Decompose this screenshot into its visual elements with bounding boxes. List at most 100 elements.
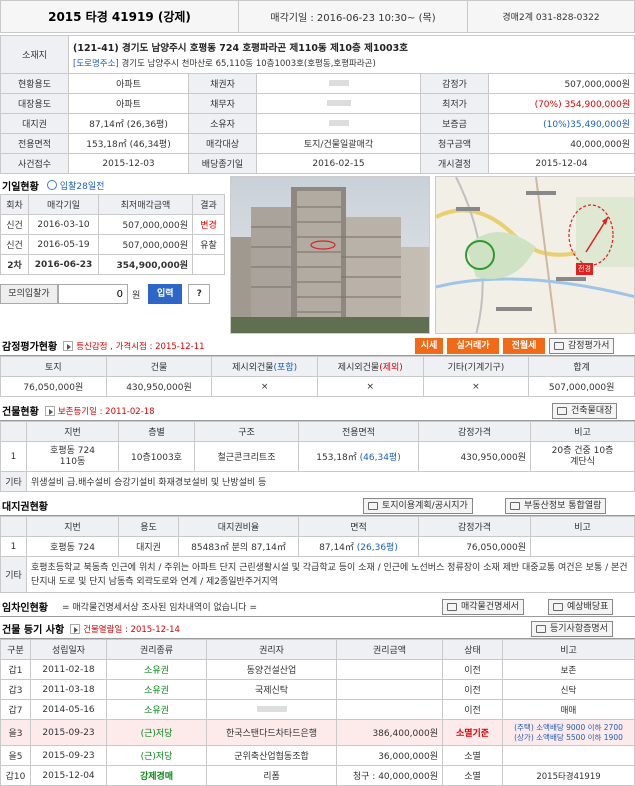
info-label: 사건접수 [0,153,69,174]
help-button[interactable]: ? [188,284,211,304]
reg-date: 2015-09-23 [30,719,107,746]
col-header: 권리금액 [336,639,443,660]
minimum-price: (70%) 354,900,000원 [488,93,635,114]
creditor-value [256,73,421,94]
min-price: 507,000,000원 [98,214,193,235]
address: (121-41) 경기도 남양주시 호평동 724 호평파라곤 제110동 제1… [73,43,408,54]
mock-bid-input[interactable] [58,284,128,304]
bid-input-button[interactable]: 입력 [148,284,183,304]
deposit-value: (10%)35,490,000원 [488,113,635,134]
arrow-icon [63,340,74,351]
included-tag: (포함) [273,363,298,373]
building-register-button[interactable]: 건축물대장 [552,403,618,419]
dividend-label: 예상배당표 [567,602,609,612]
reg-type: 을3 [0,719,31,746]
info-label: 소유자 [188,113,257,134]
info-value: 아파트 [68,93,189,114]
arrow-icon [70,623,81,634]
excluded-tag: (제외) [379,363,403,373]
land-ratio: 85483㎡ 분의 87,14㎡ [178,536,299,557]
reg-status: 이전 [442,699,503,720]
col-header [0,516,27,537]
registry-title: 건물 등기 사항 [2,625,65,636]
building-photo[interactable] [230,176,430,334]
appraisal-table: 토지 건물 제시외건물(포함) 제시외건물(제외) 기타(기계기구) 합계 76… [0,356,635,397]
document-icon [554,342,564,350]
extra-incl-value: × [211,376,318,397]
reg-type: 갑1 [0,659,31,680]
mock-bid-label: 모의입찰가 [0,284,58,304]
reg-date: 2015-12-04 [30,765,107,786]
building-sub: 보존등기일 : 2011-02-18 [57,406,155,417]
right-holder: 군위축산업협동조합 [206,745,337,766]
document-icon [536,625,546,633]
appraisal-header: 감정평가현황 등신감정 , 가격시점 : 2015-12-11 시세 실거래가 … [0,336,635,356]
other-label: 기타 [0,556,27,593]
real-trade-button[interactable]: 실거래가 [447,338,499,354]
land-price: 76,050,000원 [418,536,531,557]
col-header: 감정가격 [418,421,531,442]
info-value: 153,18㎡ (46,34평) [68,133,189,154]
right-amount [336,659,443,680]
col-header: 면적 [298,516,419,537]
case-header: 2015 타경 41919 (강제) 매각기일 : 2016-06-23 10:… [0,0,635,33]
document-icon [447,603,457,611]
reg-status: 이전 [442,679,503,700]
col-header: 지번 [26,516,119,537]
building-title: 건물현황 [2,407,39,418]
building-table: 지번 층별 구조 전용면적 감정가격 비고 1 호평동 724 110동 10층… [0,421,635,492]
info-label: 보증금 [420,113,489,134]
dividend-button[interactable]: 예상배당표 [548,599,614,615]
property-info-button[interactable]: 부동산정보 통합열람 [505,498,607,514]
col-header: 합계 [528,356,635,377]
property-info-label: 부동산정보 통합열람 [524,501,602,511]
result [192,254,225,275]
sale-date: 2016-03-10 [28,214,99,235]
land-use-plan-button[interactable]: 토지이용계획/공시지가 [363,498,473,514]
appraisal-price: 430,950,000원 [418,441,531,472]
location-cell: (121-41) 경기도 남양주시 호평동 724 호평파라곤 제110동 제1… [68,35,635,74]
location-map[interactable]: 전경 [435,176,635,334]
land-table: 지번 용도 대지권비율 면적 감정가격 비고 1 호평동 724 대지권 854… [0,516,635,593]
col-header: 권리자 [206,639,337,660]
road-address-tag[interactable]: [도로명주소] [73,59,119,69]
appraisal-doc-button[interactable]: 감정평가서 [549,338,615,354]
registry-table: 구분 성립일자 권리종류 권리자 권리금액 상태 비고 갑1 2011-02-1… [0,639,635,786]
col-header: 용도 [118,516,179,537]
period-photo-section: 기일현황 입찰28일전 회차 매각기일 최저매각금액 결과 신건 2016-03… [0,176,635,334]
registry-sub: 건물열람일 : 2015-12-14 [83,624,180,635]
col-header: 구분 [0,639,31,660]
period-title: 기일현황 [2,181,39,193]
land-description: 호평초등학교 북동측 인근에 위치 / 주위는 아파트 단지 근린생활시설 및 … [26,556,635,593]
col-header: 토지 [0,356,107,377]
registry-header: 건물 등기 사항 건물열람일 : 2015-12-14 등기사항증명서 [0,619,635,639]
col-header: 층별 [118,421,195,442]
market-price-button[interactable]: 시세 [415,338,443,354]
land-title: 대지권현황 [2,502,48,513]
exclusive-area: 153,18㎡ (46,34평) [298,441,419,472]
reg-note: 신탁 [502,679,635,700]
registry-cert-button[interactable]: 등기사항증명서 [531,621,613,637]
right-amount [336,699,443,720]
row-number: 1 [0,536,27,557]
land-use: 대지권 [118,536,179,557]
info-label: 채권자 [188,73,257,94]
reg-type: 을5 [0,745,31,766]
right-amount [336,679,443,700]
round: 신건 [0,234,29,255]
lease-button[interactable]: 전월세 [503,338,545,354]
info-value: 토지/건물일괄매각 [256,133,421,154]
col-header: 지번 [26,421,119,442]
won-unit: 원 [132,290,141,301]
min-price: 507,000,000원 [98,234,193,255]
col-header: 매각기일 [28,194,99,215]
info-label: 채무자 [188,93,257,114]
right-holder [206,699,337,720]
col-header: 건물 [105,356,213,377]
map-pin-label: 전경 [576,263,593,275]
structure: 철근콘크리트조 [194,441,299,472]
info-label: 최저가 [420,93,489,114]
reg-note: 보존 [502,659,635,680]
sale-spec-button[interactable]: 매각물건명세서 [442,599,524,615]
registry-cert-label: 등기사항증명서 [550,624,608,634]
